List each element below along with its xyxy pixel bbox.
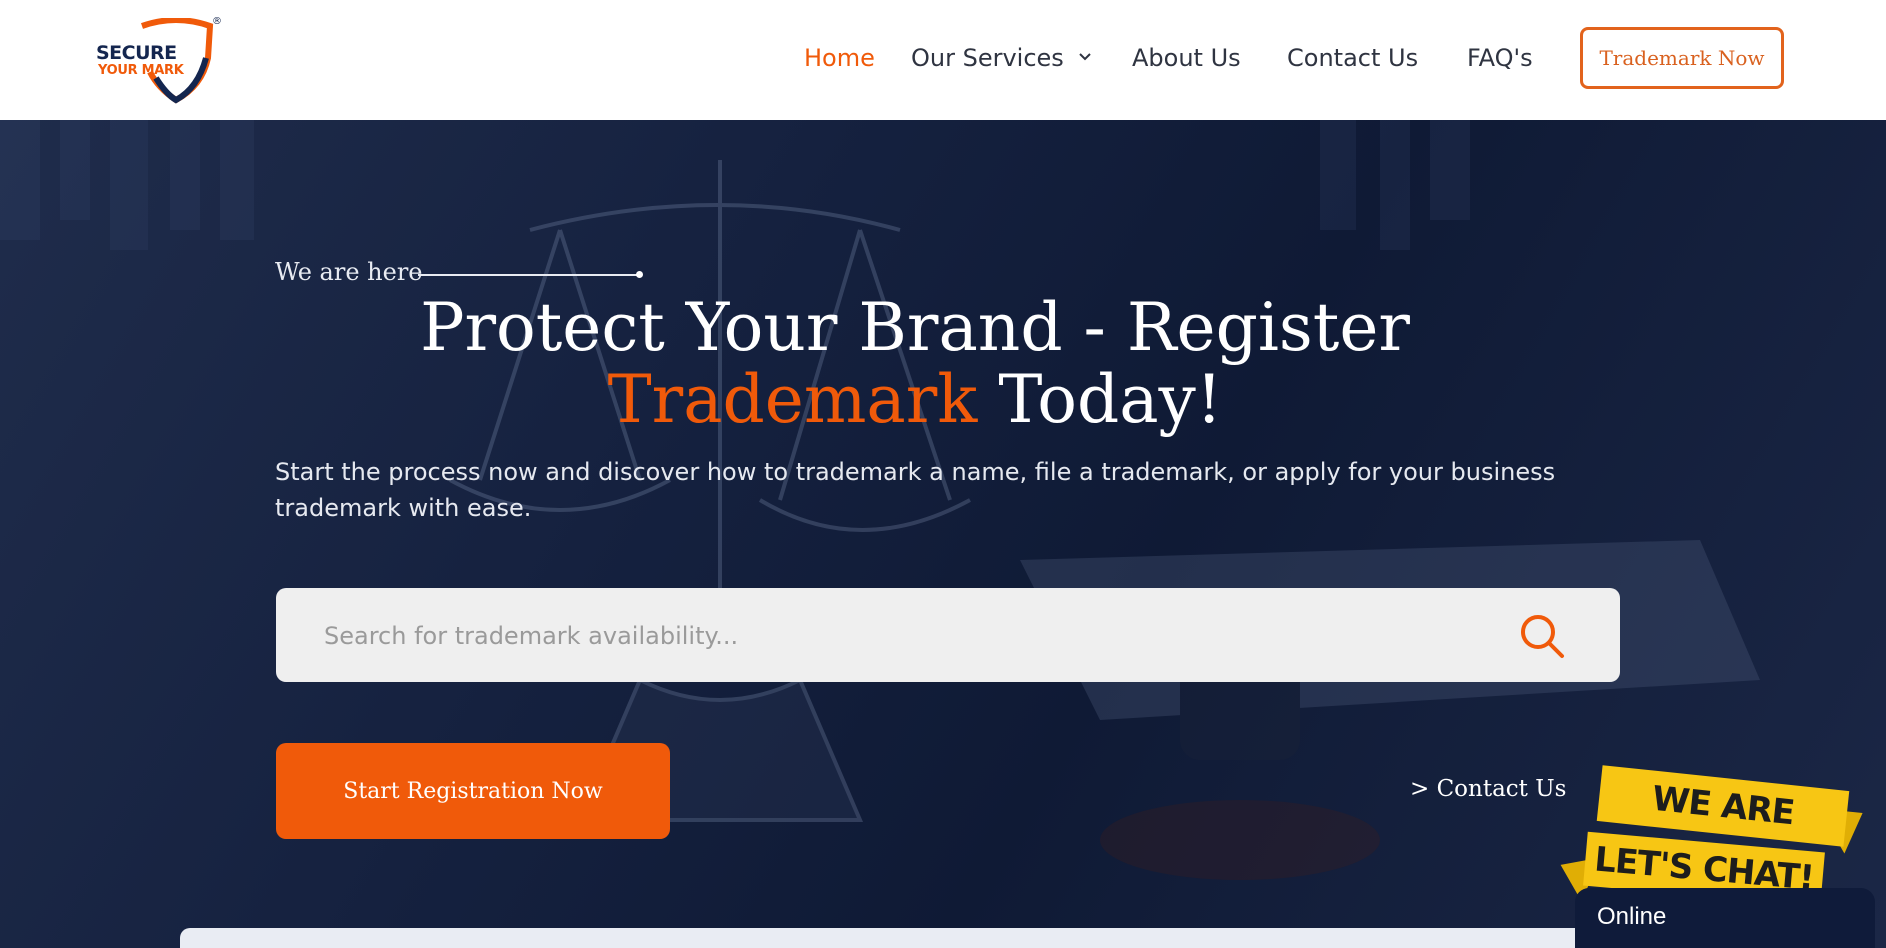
chevron-down-icon[interactable] xyxy=(1078,52,1092,62)
headline-part2: Today! xyxy=(998,361,1223,438)
chat-status-bar[interactable]: Online xyxy=(1575,888,1875,948)
trademark-now-button[interactable]: Trademark Now xyxy=(1580,27,1784,89)
registered-mark: ® xyxy=(212,16,222,27)
nav-contact-us[interactable]: Contact Us xyxy=(1287,44,1418,72)
hero-headline: Protect Your Brand - Register Trademark … xyxy=(300,292,1530,436)
nav-home[interactable]: Home xyxy=(804,44,875,72)
site-header: SECURE YOUR MARK ® Home Our Services Abo… xyxy=(0,0,1886,120)
hero-subtext: Start the process now and discover how t… xyxy=(275,458,1556,522)
chat-banner-line1[interactable]: WE ARE HERE! xyxy=(1596,765,1850,887)
headline-accent: Trademark xyxy=(607,361,978,438)
search-icon[interactable] xyxy=(1518,612,1566,660)
nav-our-services[interactable]: Our Services xyxy=(911,44,1064,72)
logo-text-primary: SECURE xyxy=(96,42,177,64)
trademark-search-bar xyxy=(276,588,1620,682)
headline-part1: Protect Your Brand - Register xyxy=(420,289,1410,366)
nav-faqs[interactable]: FAQ's xyxy=(1467,44,1533,72)
eyebrow-divider xyxy=(418,274,640,276)
brand-logo[interactable]: SECURE YOUR MARK ® xyxy=(96,16,226,104)
eyebrow-dot xyxy=(636,271,643,278)
hero-eyebrow: We are here xyxy=(275,258,423,286)
trademark-search-input[interactable] xyxy=(322,612,1476,660)
chat-widget[interactable]: WE ARE HERE! LET'S CHAT! Online xyxy=(1550,750,1886,948)
nav-about-us[interactable]: About Us xyxy=(1132,44,1241,72)
content-card-edge xyxy=(180,928,1620,948)
start-registration-button[interactable]: Start Registration Now xyxy=(276,743,670,839)
logo-text-secondary: YOUR MARK xyxy=(98,63,184,78)
contact-us-link[interactable]: > Contact Us xyxy=(1410,776,1566,802)
